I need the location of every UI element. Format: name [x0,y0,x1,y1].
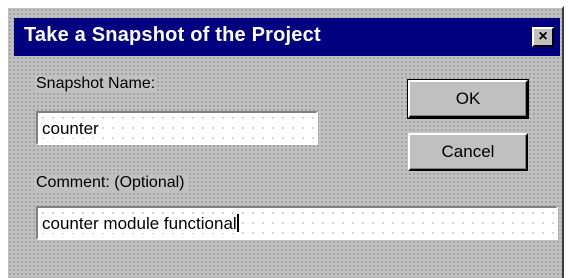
text-caret [236,214,239,232]
comment-value: counter module functional [42,214,237,233]
comment-label: Comment: (Optional) [34,174,187,192]
cancel-button[interactable]: Cancel [408,133,528,171]
snapshot-dialog: Take a Snapshot of the Project × Snapsho… [6,6,564,278]
snapshot-name-label: Snapshot Name: [34,75,158,93]
close-button[interactable]: × [532,27,554,47]
dialog-title: Take a Snapshot of the Project [24,24,321,46]
dialog-titlebar[interactable]: Take a Snapshot of the Project × [14,18,560,56]
close-icon: × [538,28,548,45]
snapshot-name-input[interactable]: counter [36,111,318,145]
ok-button[interactable]: OK [407,79,529,119]
snapshot-name-value: counter [42,119,99,138]
comment-input[interactable]: counter module functional [36,206,558,240]
